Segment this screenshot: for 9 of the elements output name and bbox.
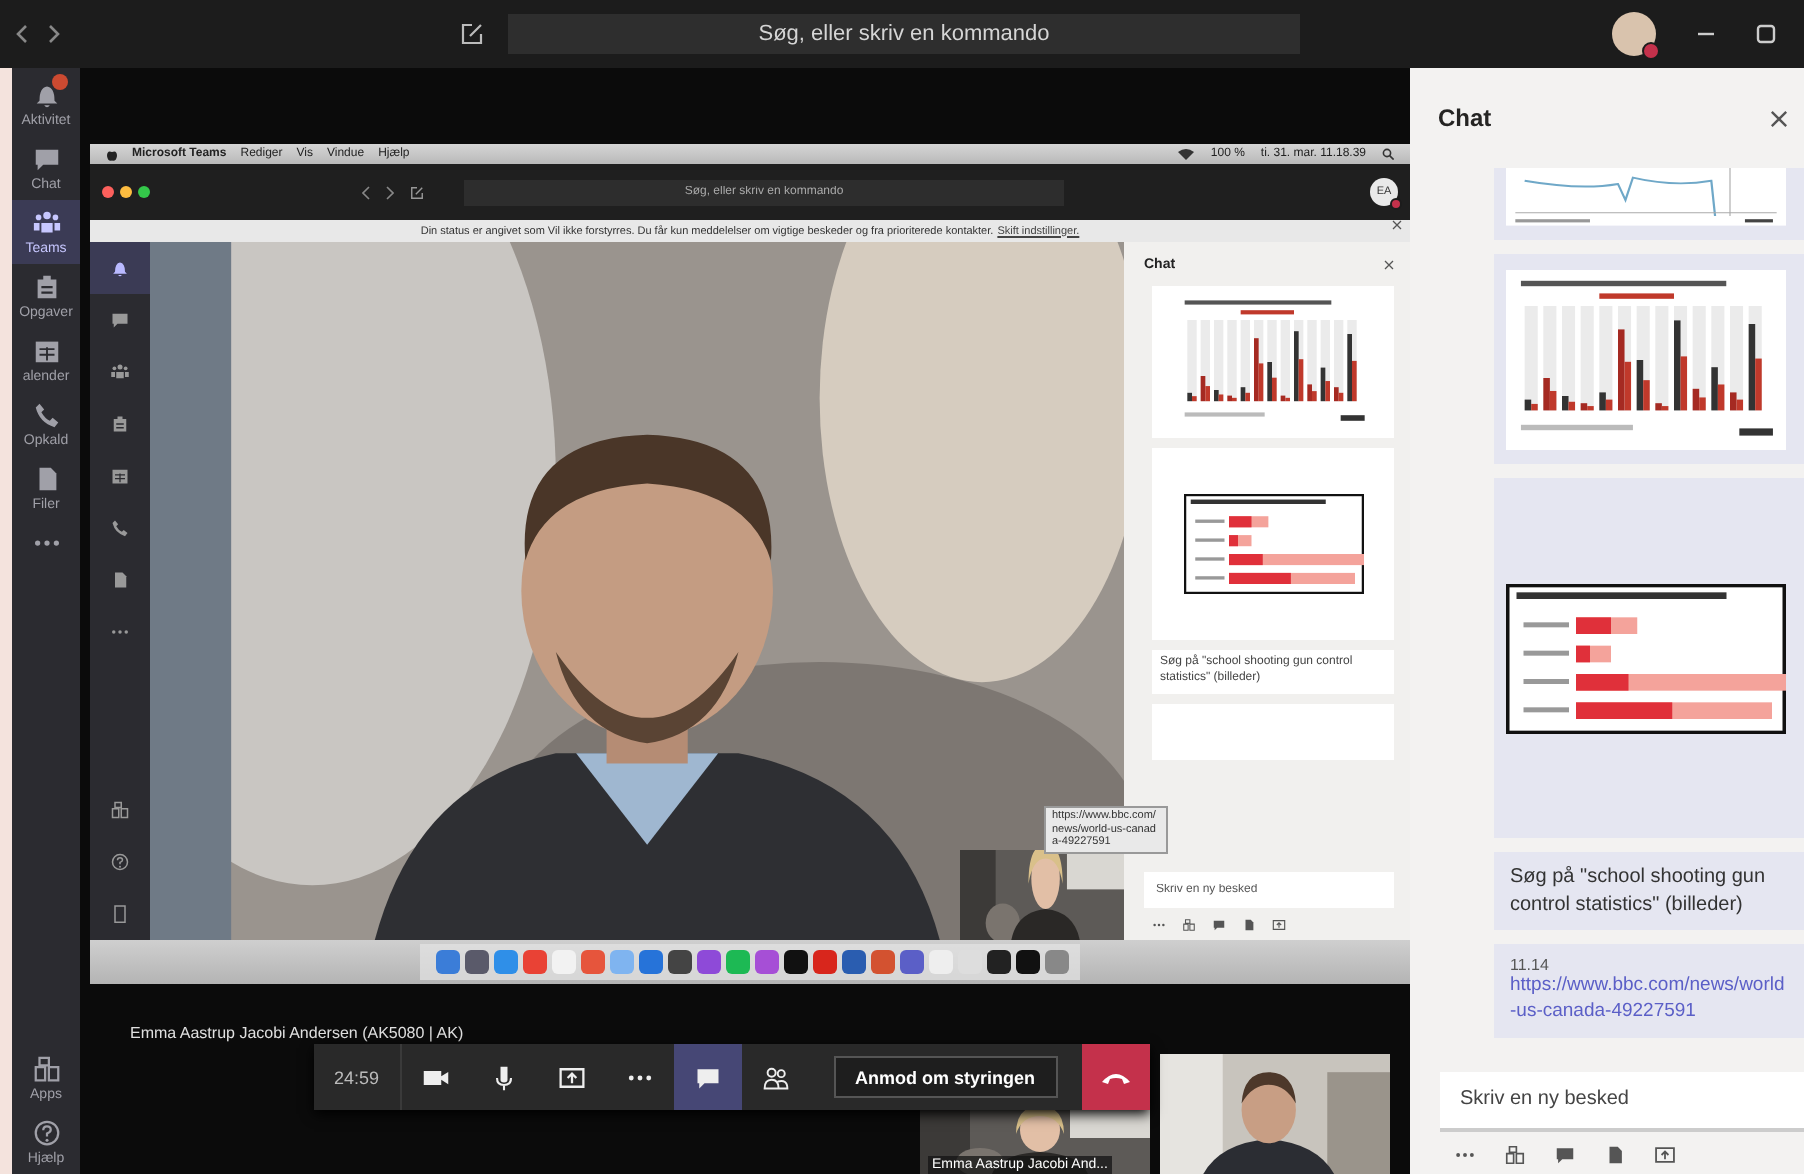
message-input[interactable]: Skriv en ny besked bbox=[1440, 1071, 1804, 1132]
message-link[interactable]: https://www.bbc.com/news/world-us-canada-49227591 bbox=[1510, 974, 1790, 1026]
search-field[interactable]: Søg, eller skriv en kommando bbox=[508, 14, 1300, 54]
request-control-button[interactable]: Anmod om styringen bbox=[833, 1056, 1058, 1098]
chat-title: Chat bbox=[1438, 104, 1492, 132]
call-timer: 24:59 bbox=[314, 1044, 402, 1110]
presenter-name: Emma Aastrup Jacobi Andersen (AK5080 | AK) bbox=[128, 1022, 464, 1042]
chat-message: Søg på "school shooting gun control statistics" (billeder) bbox=[1510, 864, 1768, 918]
message-time: 11.14 bbox=[1510, 956, 1549, 974]
